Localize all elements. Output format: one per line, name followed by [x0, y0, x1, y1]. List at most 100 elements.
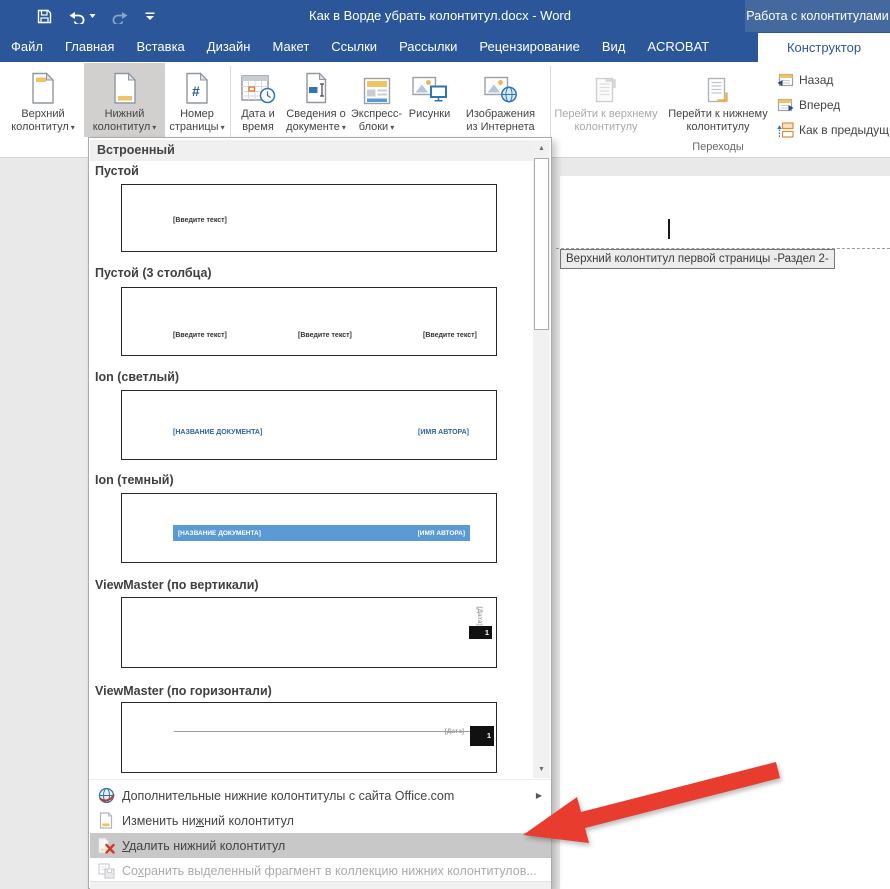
menu-item-remove-footer[interactable]: Удалить нижний колонтитул	[90, 833, 551, 858]
undo-button[interactable]	[68, 9, 96, 24]
scroll-down-button[interactable]: ▼	[533, 761, 550, 778]
gallery-section-label-blank3: Пустой (3 столбца)	[95, 266, 212, 280]
pictures-button-label: Рисунки	[406, 108, 453, 121]
tab-insert[interactable]: Вставка	[125, 32, 195, 62]
placeholder-enter-text: [Введите текст]	[173, 217, 227, 224]
menu-separator	[90, 779, 551, 780]
window-title: Как в Ворде убрать колонтитул.docx - Wor…	[160, 0, 720, 32]
menu-item-more-footers-office-com[interactable]: Дополнительные нижние колонтитулы с сайт…	[90, 783, 551, 808]
placeholder-doc-title: [НАЗВАНИЕ ДОКУМЕНТА]	[178, 530, 261, 537]
undo-caret-icon	[89, 13, 96, 19]
text-cursor	[668, 219, 670, 239]
footer-button-label: Нижний колонтитул▾	[84, 108, 165, 134]
tab-layout[interactable]: Макет	[261, 32, 320, 62]
footer-icon	[84, 63, 165, 105]
back-icon	[777, 73, 794, 88]
submenu-arrow-icon: ▶	[536, 791, 542, 800]
gallery-item-blank-three-columns[interactable]: [Введите текст] [Введите текст] [Введите…	[121, 287, 497, 356]
dropdown-caret-icon: ▾	[390, 123, 394, 132]
group-label-transitions: Переходы	[553, 141, 883, 153]
date-time-button[interactable]: Дата и время	[232, 63, 284, 137]
word-window: { "titlebar": { "title": "Как в Ворде уб…	[0, 0, 890, 889]
customize-qat-icon	[144, 10, 156, 22]
ribbon-tab-bar: Файл Главная Вставка Дизайн Макет Ссылки…	[0, 32, 890, 62]
gallery-item-blank[interactable]: [Введите текст]	[121, 184, 497, 252]
customize-qat-button[interactable]	[144, 10, 156, 22]
gallery-scrollbar[interactable]: ▲ ▼	[533, 140, 550, 778]
placeholder-date: [Дата]	[422, 728, 464, 735]
gallery-group-header: Встроенный	[90, 140, 535, 161]
tab-view[interactable]: Вид	[591, 32, 637, 62]
pictures-icon	[406, 63, 453, 105]
goto-footer-icon	[661, 63, 775, 105]
gallery-section-label-ion-light: Ion (светлый)	[95, 370, 179, 384]
page-number-icon: #	[166, 63, 228, 105]
gallery-section-label-blank: Пустой	[95, 164, 139, 178]
save-button[interactable]	[36, 8, 53, 25]
svg-text:#: #	[192, 83, 200, 99]
goto-footer-button[interactable]: Перейти к нижнему колонтитулу	[661, 63, 775, 137]
quick-parts-button[interactable]: Экспресс- блоки▾	[348, 63, 405, 137]
header-section-tag: Верхний колонтитул первой страницы -Разд…	[560, 249, 835, 269]
tab-acrobat[interactable]: ACROBAT	[636, 32, 720, 62]
page-number-box: 1	[470, 726, 494, 746]
scroll-up-button[interactable]: ▲	[533, 140, 550, 157]
redo-button	[111, 9, 129, 24]
gallery-item-ion-light[interactable]: [НАЗВАНИЕ ДОКУМЕНТА] [ИМЯ АВТОРА]	[121, 390, 497, 460]
scrollbar-thumb[interactable]	[534, 158, 549, 330]
tab-home[interactable]: Главная	[54, 32, 125, 62]
menu-item-edit-footer[interactable]: Изменить нижний колонтитул	[90, 808, 551, 833]
tab-design[interactable]: Дизайн	[196, 32, 262, 62]
footer-button[interactable]: Нижний колонтитул▾	[84, 63, 165, 137]
redo-icon	[111, 9, 129, 24]
tab-file[interactable]: Файл	[0, 32, 54, 62]
placeholder-enter-text: [Введите текст]	[298, 332, 352, 339]
gallery-item-ion-dark[interactable]: [НАЗВАНИЕ ДОКУМЕНТА] [ИМЯ АВТОРА]	[121, 493, 497, 563]
gallery-item-viewmaster-horizontal[interactable]: [Дата] 1	[121, 702, 497, 773]
goto-header-icon	[553, 63, 659, 105]
placeholder-author: [ИМЯ АВТОРА]	[418, 429, 469, 436]
back-button[interactable]: Назад	[777, 69, 890, 91]
gallery-item-viewmaster-vertical[interactable]: [Дата] 1	[121, 597, 497, 668]
gallery-section-label-viewmaster-horizontal: ViewMaster (по горизонтали)	[95, 684, 272, 698]
header-icon	[3, 63, 83, 105]
menu-item-save-selection-to-gallery: Сохранить выделенный фрагмент в коллекци…	[90, 858, 551, 883]
online-pictures-button-label: Изображения из Интернета	[454, 108, 547, 134]
tab-references[interactable]: Ссылки	[320, 32, 388, 62]
goto-header-button: Перейти к верхнему колонтитулу	[553, 63, 659, 137]
document-page[interactable]	[560, 176, 890, 889]
page-number-box: 1	[469, 626, 492, 639]
link-to-previous-icon	[777, 122, 794, 138]
placeholder-doc-title: [НАЗВАНИЕ ДОКУМЕНТА]	[173, 429, 262, 436]
tab-design-header-footer-active[interactable]: Конструктор	[758, 33, 890, 62]
edit-footer-icon	[95, 812, 117, 829]
contextual-tab-group-label: Работа с колонтитулами	[745, 0, 890, 32]
title-bar: Как в Ворде убрать колонтитул.docx - Wor…	[0, 0, 890, 32]
ion-dark-footer-bar: [НАЗВАНИЕ ДОКУМЕНТА] [ИМЯ АВТОРА]	[173, 525, 470, 541]
menu-item-label: Изменить нижний колонтитул	[122, 814, 294, 828]
header-button[interactable]: Верхний колонтитул▾	[3, 63, 83, 137]
save-selection-icon	[95, 863, 117, 879]
tab-mailings[interactable]: Рассылки	[388, 32, 468, 62]
forward-button[interactable]: Вперед	[777, 94, 890, 116]
date-time-icon	[232, 63, 284, 105]
gallery-section-label-ion-dark: Ion (темный)	[95, 473, 174, 487]
tab-review[interactable]: Рецензирование	[468, 32, 590, 62]
pictures-button[interactable]: Рисунки	[406, 63, 453, 137]
link-to-previous-button[interactable]: Как в предыдущ	[777, 119, 890, 141]
placeholder-author: [ИМЯ АВТОРА]	[418, 530, 465, 537]
online-pictures-button[interactable]: Изображения из Интернета	[454, 63, 547, 137]
menu-item-label: Сохранить выделенный фрагмент в коллекци…	[122, 864, 537, 878]
menu-item-label: Удалить нижний колонтитул	[122, 839, 285, 853]
document-info-button[interactable]: Сведения о документе▾	[285, 63, 347, 137]
undo-icon	[68, 9, 86, 24]
dropdown-caret-icon: ▾	[221, 123, 225, 132]
quick-parts-button-label: Экспресс- блоки▾	[348, 108, 405, 134]
document-info-icon	[285, 63, 347, 105]
remove-footer-icon	[95, 837, 117, 854]
header-button-label: Верхний колонтитул▾	[3, 108, 83, 134]
save-icon	[36, 8, 53, 25]
goto-footer-button-label: Перейти к нижнему колонтитулу	[661, 108, 775, 134]
page-number-button[interactable]: # Номер страницы▾	[166, 63, 228, 137]
goto-header-button-label: Перейти к верхнему колонтитулу	[553, 108, 659, 134]
